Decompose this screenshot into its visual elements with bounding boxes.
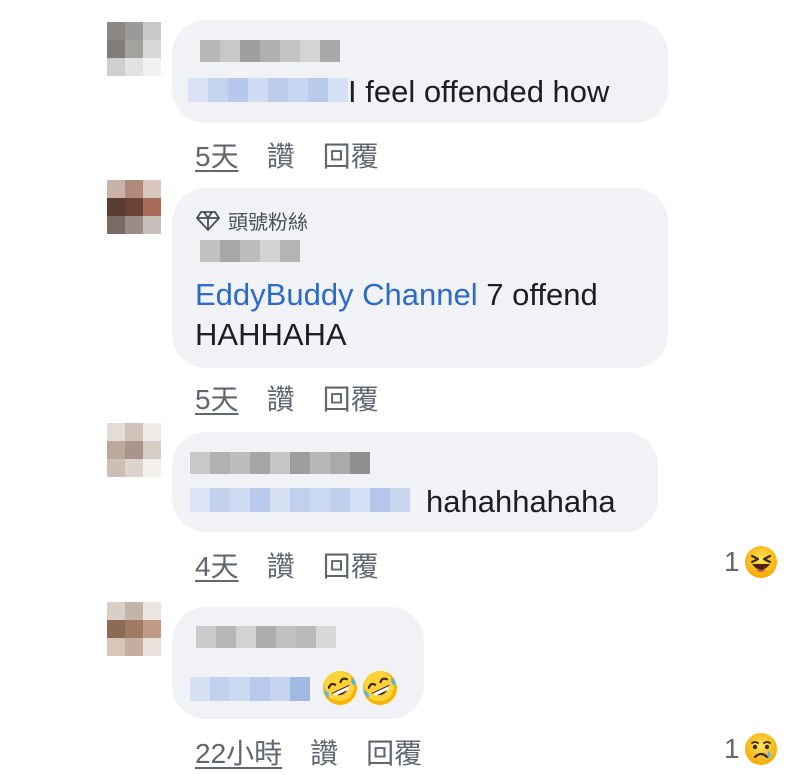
rolling-on-floor-laughing-emoji-icon bbox=[323, 671, 357, 705]
reaction-count: 1 bbox=[724, 546, 740, 577]
comment-meta: 5天讚回覆 bbox=[195, 135, 379, 175]
comment-text-line2: HAHHAHA bbox=[195, 317, 347, 352]
reaction-count: 1 bbox=[724, 733, 740, 764]
like-button[interactable]: 讚 bbox=[310, 738, 338, 769]
blurred-author-name[interactable] bbox=[196, 626, 336, 648]
sad-tear-emoji-icon bbox=[744, 733, 777, 765]
blurred-author-name[interactable] bbox=[190, 452, 370, 474]
comment-text: hahahhahaha bbox=[426, 484, 616, 519]
badge-label: 頭號粉絲 bbox=[228, 212, 308, 234]
timestamp-link[interactable]: 22小時 bbox=[195, 738, 282, 769]
reply-button[interactable]: 回覆 bbox=[323, 384, 379, 415]
blurred-mention[interactable] bbox=[190, 677, 310, 701]
timestamp-link[interactable]: 5天 bbox=[195, 384, 239, 415]
like-button[interactable]: 讚 bbox=[267, 551, 295, 582]
blurred-author-name[interactable] bbox=[200, 240, 300, 262]
avatar[interactable] bbox=[107, 423, 161, 477]
avatar[interactable] bbox=[107, 602, 161, 656]
comment-meta: 22小時讚回覆 bbox=[195, 732, 422, 772]
avatar[interactable] bbox=[107, 180, 161, 234]
like-button[interactable]: 讚 bbox=[267, 141, 295, 172]
like-button[interactable]: 讚 bbox=[267, 384, 295, 415]
reply-button[interactable]: 回覆 bbox=[323, 141, 379, 172]
comment-text-rest: 7 offend bbox=[477, 277, 598, 312]
rolling-on-floor-laughing-emoji-icon bbox=[363, 671, 397, 705]
timestamp-link[interactable]: 4天 bbox=[195, 551, 239, 582]
comment-meta: 4天讚回覆 bbox=[195, 545, 379, 585]
comment-text: EddyBuddy Channel 7 offend bbox=[195, 276, 598, 314]
comment-text: I feel offended how bbox=[348, 74, 610, 109]
avatar[interactable] bbox=[107, 22, 161, 76]
top-fan-badge: 頭號粉絲 bbox=[196, 206, 308, 235]
reply-button[interactable]: 回覆 bbox=[366, 738, 422, 769]
timestamp-link[interactable]: 5天 bbox=[195, 141, 239, 172]
reply-button[interactable]: 回覆 bbox=[323, 551, 379, 582]
blurred-mention[interactable] bbox=[188, 78, 348, 102]
laughing-squint-emoji-icon bbox=[744, 546, 777, 578]
reaction-summary[interactable]: 1 bbox=[724, 732, 778, 766]
blurred-mention[interactable] bbox=[190, 488, 410, 512]
blurred-author-name[interactable] bbox=[200, 40, 340, 62]
reaction-summary[interactable]: 1 bbox=[724, 545, 778, 579]
mention-link[interactable]: EddyBuddy Channel bbox=[195, 277, 478, 312]
diamond-icon bbox=[196, 210, 220, 231]
comment-meta: 5天讚回覆 bbox=[195, 378, 379, 418]
